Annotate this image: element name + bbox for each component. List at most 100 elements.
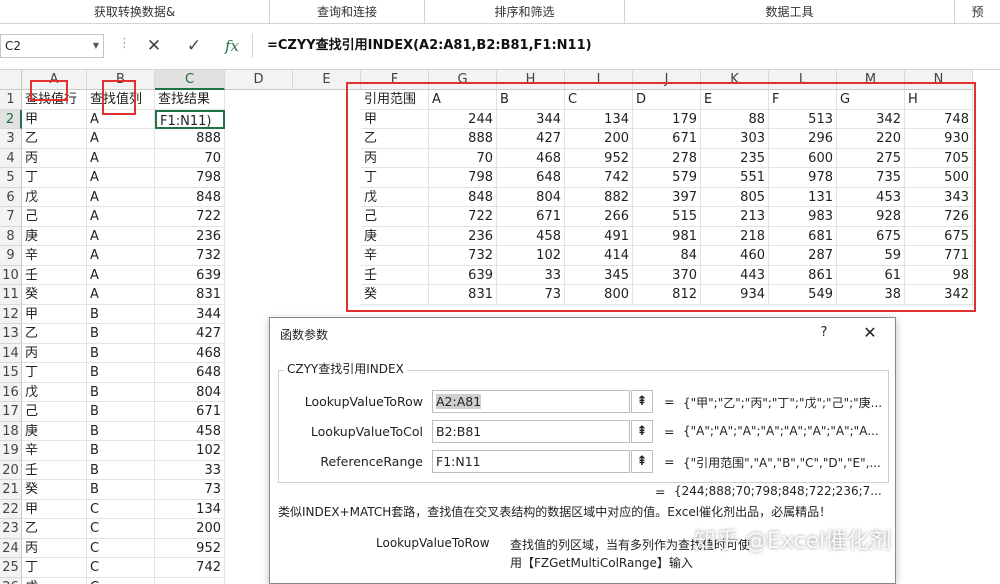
lookup-result-cell[interactable]: 344 (155, 304, 225, 324)
data-cell[interactable]: A (87, 265, 155, 285)
data-cell[interactable]: 丁 (22, 168, 87, 188)
data-cell[interactable]: C (87, 577, 155, 584)
data-cell[interactable]: A (87, 207, 155, 227)
row-header[interactable]: 23 (0, 519, 22, 539)
data-cell[interactable]: C (87, 499, 155, 519)
data-cell[interactable]: 丙 (22, 148, 87, 168)
data-cell[interactable]: 甲 (22, 499, 87, 519)
row-header[interactable]: 9 (0, 246, 22, 266)
data-cell[interactable]: 辛 (22, 441, 87, 461)
data-cell[interactable]: 壬 (22, 265, 87, 285)
lookup-result-cell[interactable]: 458 (155, 421, 225, 441)
row-header[interactable]: 6 (0, 187, 22, 207)
lookup-result-cell[interactable]: 134 (155, 499, 225, 519)
row-header[interactable]: 3 (0, 129, 22, 149)
lookup-result-cell[interactable]: 648 (155, 363, 225, 383)
row-header[interactable]: 1 (0, 90, 22, 110)
data-cell[interactable]: 辛 (22, 246, 87, 266)
data-cell[interactable]: B (87, 441, 155, 461)
row-header[interactable]: 10 (0, 265, 22, 285)
data-cell[interactable]: B (87, 324, 155, 344)
data-cell[interactable]: 庚 (22, 421, 87, 441)
formula-input[interactable]: =CZYY查找引用INDEX(A2:A81,B2:B81,F1:N11) (252, 34, 1000, 58)
data-cell[interactable]: B (87, 304, 155, 324)
name-box[interactable]: C2 ▼ (0, 34, 104, 58)
lookup-result-cell[interactable]: 200 (155, 519, 225, 539)
data-cell[interactable]: 癸 (22, 480, 87, 500)
data-cell[interactable]: B (87, 421, 155, 441)
column-header[interactable]: D (225, 70, 293, 90)
lookup-result-cell[interactable]: 70 (155, 148, 225, 168)
data-cell[interactable]: 己 (22, 207, 87, 227)
row-header[interactable]: 13 (0, 324, 22, 344)
data-cell[interactable]: 乙 (22, 324, 87, 344)
lookup-result-cell[interactable]: 742 (155, 558, 225, 578)
lookup-result-cell[interactable]: 236 (155, 226, 225, 246)
data-cell[interactable]: B (87, 480, 155, 500)
collapse-dialog-icon[interactable]: ⇞ (631, 390, 653, 413)
data-cell[interactable]: A (87, 168, 155, 188)
data-cell[interactable]: B (87, 363, 155, 383)
data-cell[interactable]: 乙 (22, 519, 87, 539)
row-header[interactable]: 4 (0, 148, 22, 168)
data-cell[interactable]: A (87, 129, 155, 149)
data-cell[interactable]: 戊 (22, 577, 87, 584)
data-cell[interactable]: A (87, 246, 155, 266)
arg-input-reference-range[interactable]: F1:N11 (432, 450, 630, 473)
row-header[interactable]: 22 (0, 499, 22, 519)
data-cell[interactable]: A (87, 226, 155, 246)
lookup-result-cell[interactable]: 33 (155, 460, 225, 480)
lookup-result-cell[interactable] (155, 577, 225, 584)
row-header[interactable]: 25 (0, 558, 22, 578)
lookup-result-cell[interactable]: 427 (155, 324, 225, 344)
data-cell[interactable]: 甲 (22, 109, 87, 129)
select-all-corner[interactable] (0, 70, 22, 90)
lookup-result-cell[interactable]: 671 (155, 402, 225, 422)
row-header[interactable]: 2 (0, 109, 22, 129)
data-cell[interactable]: 丁 (22, 363, 87, 383)
data-cell[interactable]: B (87, 460, 155, 480)
row-header[interactable]: 19 (0, 441, 22, 461)
row-header[interactable]: 5 (0, 168, 22, 188)
insert-function-icon[interactable]: fx (218, 34, 246, 58)
row-header[interactable]: 15 (0, 363, 22, 383)
data-cell[interactable]: 戊 (22, 187, 87, 207)
lookup-result-cell[interactable]: 722 (155, 207, 225, 227)
lookup-result-cell[interactable]: 639 (155, 265, 225, 285)
arg-input-lookup-col[interactable]: B2:B81 (432, 420, 630, 443)
cancel-icon[interactable]: ✕ (140, 34, 168, 58)
column-header[interactable]: C (155, 70, 225, 90)
data-cell[interactable]: A (87, 148, 155, 168)
lookup-result-cell[interactable]: 73 (155, 480, 225, 500)
lookup-result-cell[interactable]: 848 (155, 187, 225, 207)
lookup-result-cell[interactable]: 732 (155, 246, 225, 266)
data-cell[interactable]: C (87, 558, 155, 578)
row-header[interactable]: 26 (0, 577, 22, 584)
data-cell[interactable]: A (87, 285, 155, 305)
data-cell[interactable]: 丁 (22, 558, 87, 578)
row-header[interactable]: 24 (0, 538, 22, 558)
data-cell[interactable]: 丙 (22, 538, 87, 558)
row-header[interactable]: 17 (0, 402, 22, 422)
active-cell[interactable]: F1:N11) (155, 109, 225, 129)
data-cell[interactable]: 庚 (22, 226, 87, 246)
lookup-result-cell[interactable]: 952 (155, 538, 225, 558)
data-cell[interactable]: B (87, 382, 155, 402)
row-header[interactable]: 7 (0, 207, 22, 227)
chevron-down-icon[interactable]: ▼ (93, 35, 99, 57)
lookup-result-cell[interactable]: 468 (155, 343, 225, 363)
data-cell[interactable]: 戊 (22, 382, 87, 402)
collapse-dialog-icon[interactable]: ⇞ (631, 420, 653, 443)
lookup-result-cell[interactable]: 831 (155, 285, 225, 305)
row-header[interactable]: 20 (0, 460, 22, 480)
header-cell[interactable]: 查找结果 (155, 90, 225, 110)
row-header[interactable]: 8 (0, 226, 22, 246)
close-icon[interactable]: ✕ (859, 322, 881, 344)
data-cell[interactable]: C (87, 519, 155, 539)
row-header[interactable]: 18 (0, 421, 22, 441)
row-header[interactable]: 14 (0, 343, 22, 363)
collapse-dialog-icon[interactable]: ⇞ (631, 450, 653, 473)
data-cell[interactable]: C (87, 538, 155, 558)
drag-handle-icon[interactable]: ⋮ (118, 36, 131, 51)
lookup-result-cell[interactable]: 798 (155, 168, 225, 188)
